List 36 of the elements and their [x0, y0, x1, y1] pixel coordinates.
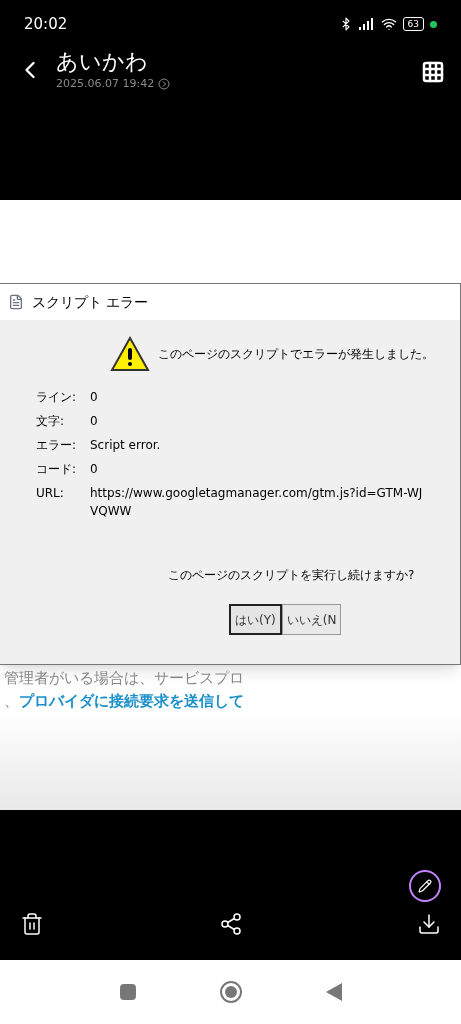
field-label: コード: — [36, 461, 78, 478]
warning-icon — [110, 336, 150, 372]
download-button[interactable] — [417, 912, 441, 936]
chevron-circle-icon — [158, 78, 171, 91]
field-value: 0 — [90, 389, 98, 406]
page-link[interactable]: プロバイダに接続要求を送信して — [19, 689, 244, 712]
signal-icon — [358, 18, 375, 30]
error-message: このページのスクリプトでエラーが発生しました。 — [158, 346, 434, 363]
grid-button[interactable] — [421, 60, 445, 84]
header-date: 2025.06.07 19:42 — [56, 76, 155, 92]
dialog-button[interactable]: はい(Y) — [229, 604, 282, 635]
dialog-button[interactable]: いいえ(N — [281, 604, 342, 635]
continue-question: このページのスクリプトを実行し続けますか? — [168, 567, 416, 584]
recents-button[interactable] — [119, 984, 136, 1000]
share-button[interactable] — [218, 912, 243, 936]
home-button[interactable] — [219, 981, 242, 1003]
field-value: https://www.googletagmanager.com/gtm.js?id=GTM-WJVQWW — [90, 485, 424, 520]
document-icon — [8, 294, 24, 310]
page-text: 、 — [4, 690, 19, 712]
delete-button[interactable] — [20, 912, 44, 936]
field-label: URL: — [36, 485, 65, 502]
field-label: ライン: — [36, 389, 78, 406]
pencil-icon — [418, 879, 432, 893]
field-label: 文字: — [36, 413, 66, 430]
page-text: 管理者がいる場合は、サービスプロ — [4, 668, 245, 689]
field-value: Script error. — [90, 437, 161, 454]
edit-button[interactable] — [409, 870, 441, 902]
header-title: あいかわ — [56, 48, 149, 76]
battery-indicator: 63 — [402, 17, 424, 31]
dialog-title: スクリプト エラー — [32, 292, 149, 312]
back-icon[interactable] — [325, 983, 342, 1001]
field-value: 0 — [90, 461, 98, 478]
field-value: 0 — [90, 413, 98, 430]
status-time: 20:02 — [24, 13, 68, 35]
field-label: エラー: — [36, 437, 78, 454]
wifi-icon — [380, 16, 397, 32]
